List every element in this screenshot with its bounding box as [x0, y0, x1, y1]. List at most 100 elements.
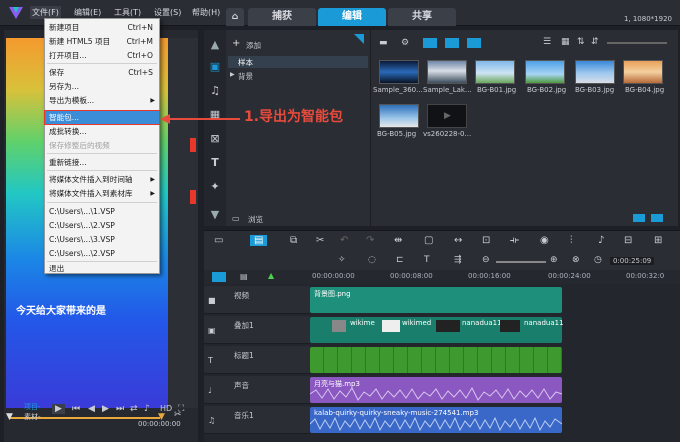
tools-icon[interactable]: ✂ [316, 235, 324, 246]
music-clip[interactable]: kalab-quirky-quirky-sneaky-music-274541.… [310, 407, 562, 433]
title-tool-icon[interactable]: T [424, 255, 430, 265]
grid-view-icon[interactable]: ▦ [561, 37, 570, 47]
overlay-clip[interactable]: wikime wikimed nanadua11 nanadua11 [310, 317, 564, 343]
volume-icon[interactable]: ♪ [144, 404, 150, 414]
auto-music-icon[interactable]: ♪ [598, 235, 604, 246]
audio-mixer-icon[interactable]: ⫶ [570, 235, 573, 246]
settings-icon[interactable]: ⚙ [401, 38, 409, 48]
menu-item-save[interactable]: 保存 Ctrl+S [45, 66, 159, 79]
track-expand-icon[interactable] [212, 272, 226, 282]
timeline-timecode[interactable]: 0:00:25:09 [610, 257, 655, 265]
thumbnail[interactable] [379, 60, 419, 84]
audio-icon[interactable]: ♫ [208, 84, 222, 98]
home-icon[interactable]: ⌂ [226, 8, 244, 26]
fit-icon[interactable]: ⇹ [394, 235, 402, 246]
transition-icon[interactable]: ⊠ [208, 132, 222, 146]
crop-icon[interactable]: ▢ [424, 235, 433, 246]
grid-icon[interactable]: ⊞ [654, 235, 662, 246]
zoom-icon[interactable]: ⇵ [591, 37, 599, 47]
mode-clip[interactable]: 素材- [24, 412, 41, 422]
tree-item-background[interactable]: ▶ 背景 [228, 70, 368, 82]
motion-icon[interactable]: ⊡ [482, 235, 490, 246]
expand-icon[interactable]: ▶ [230, 71, 235, 78]
track-header-video[interactable]: ■ 视频 [204, 286, 310, 314]
expand-panel-icon[interactable] [633, 214, 645, 222]
add-icon[interactable]: + [232, 38, 240, 49]
timeline-view-icon[interactable]: ▤ [250, 235, 268, 246]
menu-item-recent-4[interactable]: C:\Users\...\2.VSP [45, 247, 159, 260]
folder-icon[interactable]: ▬ [379, 38, 388, 48]
mode-project[interactable]: 项目- [24, 402, 41, 412]
subtitle-icon[interactable]: ⊟ [624, 235, 632, 246]
track-header-music[interactable]: ♫ 音乐1 [204, 406, 310, 434]
track-header-voice[interactable]: ♩ 声音 [204, 376, 310, 404]
tree-item-sample[interactable]: 样本 [228, 56, 368, 68]
chapter-icon[interactable]: ⊖ [482, 255, 490, 265]
menu-item-recent-2[interactable]: C:\Users\...\2.VSP [45, 219, 159, 232]
menu-item-save-as[interactable]: 另存为... [45, 80, 159, 93]
track-header-title[interactable]: T 标题1 [204, 346, 310, 374]
redo-icon[interactable]: ↷ [366, 235, 374, 246]
browse-icon[interactable]: ▭ [232, 214, 240, 223]
tab-edit[interactable]: 编辑 [318, 8, 386, 26]
up-arrow-icon[interactable]: ▲ [208, 38, 222, 52]
menu-item-new-html5[interactable]: 新建 HTML5 项目 Ctrl+M [45, 35, 159, 48]
prev-frame-icon[interactable]: ◀ [88, 404, 95, 414]
tab-share[interactable]: 共享 [388, 8, 456, 26]
menu-item-relink[interactable]: 重新链接... [45, 156, 159, 169]
track-manager-icon[interactable]: ⧉ [290, 235, 297, 246]
menu-item-recent-3[interactable]: C:\Users\...\3.VSP [45, 233, 159, 246]
menu-item-exit[interactable]: 退出 [45, 262, 159, 275]
preview-timecode[interactable]: 00:00:00:00 [138, 420, 181, 428]
magic-motion-icon[interactable]: ✧ [338, 255, 346, 265]
stabilize-icon[interactable]: ⊏ [396, 255, 404, 265]
marker-icon[interactable]: ▤ [240, 272, 248, 281]
add-folder-button[interactable]: 添加 [246, 40, 261, 51]
play-icon[interactable]: ▶ [52, 404, 65, 414]
thumbnail-size-slider[interactable] [607, 42, 667, 44]
clock-icon[interactable]: ◷ [594, 255, 602, 265]
thumbnail[interactable] [379, 104, 419, 128]
thumbnail[interactable] [427, 60, 467, 84]
mask-icon[interactable]: ◌ [368, 255, 376, 265]
tab-capture[interactable]: 捕获 [248, 8, 316, 26]
video-clip[interactable]: 背景图.png [310, 287, 562, 313]
title-icon[interactable]: T [208, 156, 222, 170]
repeat-icon[interactable]: ⇄ [130, 404, 138, 414]
undo-icon[interactable]: ↶ [340, 235, 348, 246]
menu-item-insert-timeline[interactable]: 将媒体文件插入到时间轴 ▶ [45, 173, 159, 186]
thumbnail[interactable]: ▶ [427, 104, 467, 128]
menu-item-open-project[interactable]: 打开项目... Ctrl+O [45, 49, 159, 62]
track-header-overlay[interactable]: ▣ 叠加1 [204, 316, 310, 344]
sort-icon[interactable]: ⇅ [577, 37, 585, 47]
browse-button[interactable]: 浏览 [248, 214, 263, 225]
thumbnail[interactable] [575, 60, 615, 84]
menu-item-export-template[interactable]: 导出为模板... ▶ [45, 94, 159, 107]
start-icon[interactable]: ⏮ [72, 404, 80, 414]
fullscreen-icon[interactable]: ⛶ [178, 404, 184, 414]
storyboard-view-icon[interactable]: ▭ [214, 235, 223, 246]
menu-item-new-project[interactable]: 新建项目 Ctrl+N [45, 21, 159, 34]
thumbnail[interactable] [623, 60, 663, 84]
pan-icon[interactable]: ↔ [454, 235, 462, 246]
menu-item-insert-library[interactable]: 将媒体文件插入到素材库 ▶ [45, 187, 159, 200]
thumbnail[interactable] [525, 60, 565, 84]
fullscreen-panel-icon[interactable] [651, 214, 663, 222]
media-icon[interactable]: ▣ [208, 60, 222, 74]
photo-filter-icon[interactable] [445, 38, 459, 48]
graphics-icon[interactable]: ✦ [208, 180, 222, 194]
thumbnail[interactable] [475, 60, 515, 84]
record-icon[interactable]: ◉ [540, 235, 549, 246]
timeline-ruler[interactable]: ▤ ▲ 00:00:00:00 00:00:08:00 00:00:16:00 … [204, 270, 680, 284]
add-marker-icon[interactable]: ▲ [268, 271, 274, 280]
menu-item-recent-1[interactable]: C:\Users\...\1.VSP [45, 205, 159, 218]
speed-icon[interactable]: ⇶ [454, 255, 462, 265]
list-view-icon[interactable]: ☰ [543, 37, 551, 47]
menu-help[interactable]: 帮助(H) [190, 6, 222, 19]
next-frame-icon[interactable]: ▶ [102, 404, 109, 414]
voice-clip[interactable]: 月亮与猫.mp3 [310, 377, 562, 403]
split-icon[interactable]: ⟛ [510, 235, 519, 246]
trim-start-icon[interactable]: ▼ [6, 412, 13, 422]
audio-filter-icon[interactable] [467, 38, 481, 48]
video-filter-icon[interactable] [423, 38, 437, 48]
